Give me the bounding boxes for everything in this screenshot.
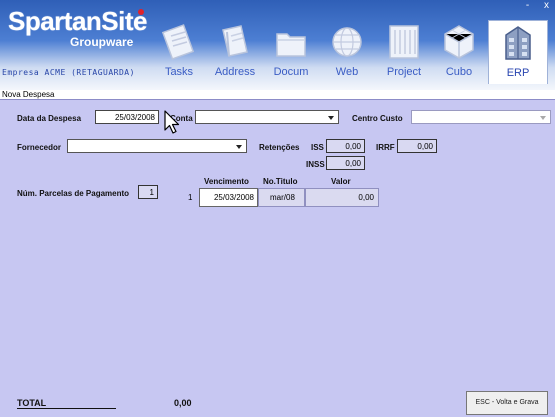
module-address-label: Address [214, 66, 256, 78]
folder-icon [276, 33, 306, 57]
data-despesa-label: Data da Despesa [17, 114, 82, 123]
cube-icon [444, 25, 474, 59]
titulo-header: No.Titulo [263, 177, 298, 186]
module-docum[interactable]: Docum [266, 22, 316, 84]
iss-label: ISS [311, 143, 324, 152]
fornecedor-label: Fornecedor [17, 143, 62, 152]
iss-value: 0,00 [345, 142, 361, 151]
module-tasks[interactable]: Tasks [154, 22, 204, 84]
installment-vencimento-cell[interactable]: 25/03/2008 [199, 188, 258, 207]
module-web-label: Web [335, 66, 359, 78]
chevron-down-icon [540, 116, 546, 120]
total-value: 0,00 [174, 398, 192, 408]
centro-custo-select[interactable] [411, 110, 551, 124]
erp-building-icon [505, 26, 531, 60]
parcelas-label: Núm. Parcelas de Pagamento [17, 189, 130, 198]
irrf-value: 0,00 [417, 142, 433, 151]
installment-titulo-cell[interactable]: mar/08 [258, 188, 305, 207]
chevron-down-icon [328, 116, 334, 120]
form-title-bar: Nova Despesa [0, 90, 555, 100]
installment-titulo: mar/08 [270, 193, 295, 202]
inss-value: 0,00 [345, 159, 361, 168]
app-header: SpartanSite Groupware Empresa ACME (RETA… [0, 0, 555, 90]
mouse-cursor-icon [164, 110, 180, 134]
inss-field[interactable]: 0,00 [326, 156, 365, 170]
inss-label: INSS [306, 160, 325, 169]
parcelas-field[interactable]: 1 [138, 185, 158, 199]
conta-select[interactable] [195, 110, 339, 124]
module-project-label: Project [386, 66, 422, 78]
total-label: TOTAL [17, 398, 116, 409]
iss-field[interactable]: 0,00 [326, 139, 365, 153]
close-button[interactable]: x [544, 0, 549, 11]
installment-num-cell: 1 [181, 188, 199, 207]
project-building-icon [389, 25, 419, 59]
module-cubo-label: Cubo [445, 66, 473, 78]
module-docum-label: Docum [273, 66, 309, 78]
minimize-button[interactable]: - [526, 0, 529, 11]
data-despesa-value: 25/03/2008 [114, 113, 155, 122]
parcelas-value: 1 [149, 188, 154, 197]
irrf-label: IRRF [376, 143, 395, 152]
fornecedor-select[interactable] [67, 139, 247, 153]
installment-valor: 0,00 [358, 193, 374, 202]
tasks-icon [161, 24, 195, 60]
logo-dot [138, 9, 144, 15]
module-tasks-label: Tasks [164, 66, 194, 78]
address-book-icon [222, 25, 248, 57]
chevron-down-icon [236, 145, 242, 149]
module-cubo[interactable]: Cubo [434, 22, 484, 84]
module-web[interactable]: Web [322, 22, 372, 84]
data-despesa-field[interactable]: 25/03/2008 [95, 110, 159, 124]
module-project[interactable]: Project [376, 22, 432, 84]
installment-valor-cell[interactable]: 0,00 [305, 188, 379, 207]
retencoes-label: Retenções [259, 143, 300, 152]
vencimento-header: Vencimento [204, 177, 249, 186]
spartansite-logo: SpartanSite Groupware [8, 6, 148, 49]
module-erp[interactable]: ERP [488, 20, 548, 84]
form-title: Nova Despesa [2, 90, 55, 99]
esc-save-return-button[interactable]: ESC - Volta e Grava [466, 391, 548, 415]
module-erp-label: ERP [506, 67, 530, 79]
globe-icon [332, 27, 362, 57]
logo-sub-text: Groupware [70, 35, 134, 49]
company-name: Empresa ACME (RETAGUARDA) [2, 68, 135, 77]
logo-main-text: SpartanSite [8, 6, 148, 36]
installment-vencimento: 25/03/2008 [213, 193, 254, 202]
installment-num: 1 [188, 193, 193, 202]
centro-custo-label: Centro Custo [352, 114, 403, 123]
window-controls: - x [514, 0, 549, 11]
valor-header: Valor [331, 177, 351, 186]
module-address[interactable]: Address [208, 22, 262, 84]
irrf-field[interactable]: 0,00 [397, 139, 437, 153]
